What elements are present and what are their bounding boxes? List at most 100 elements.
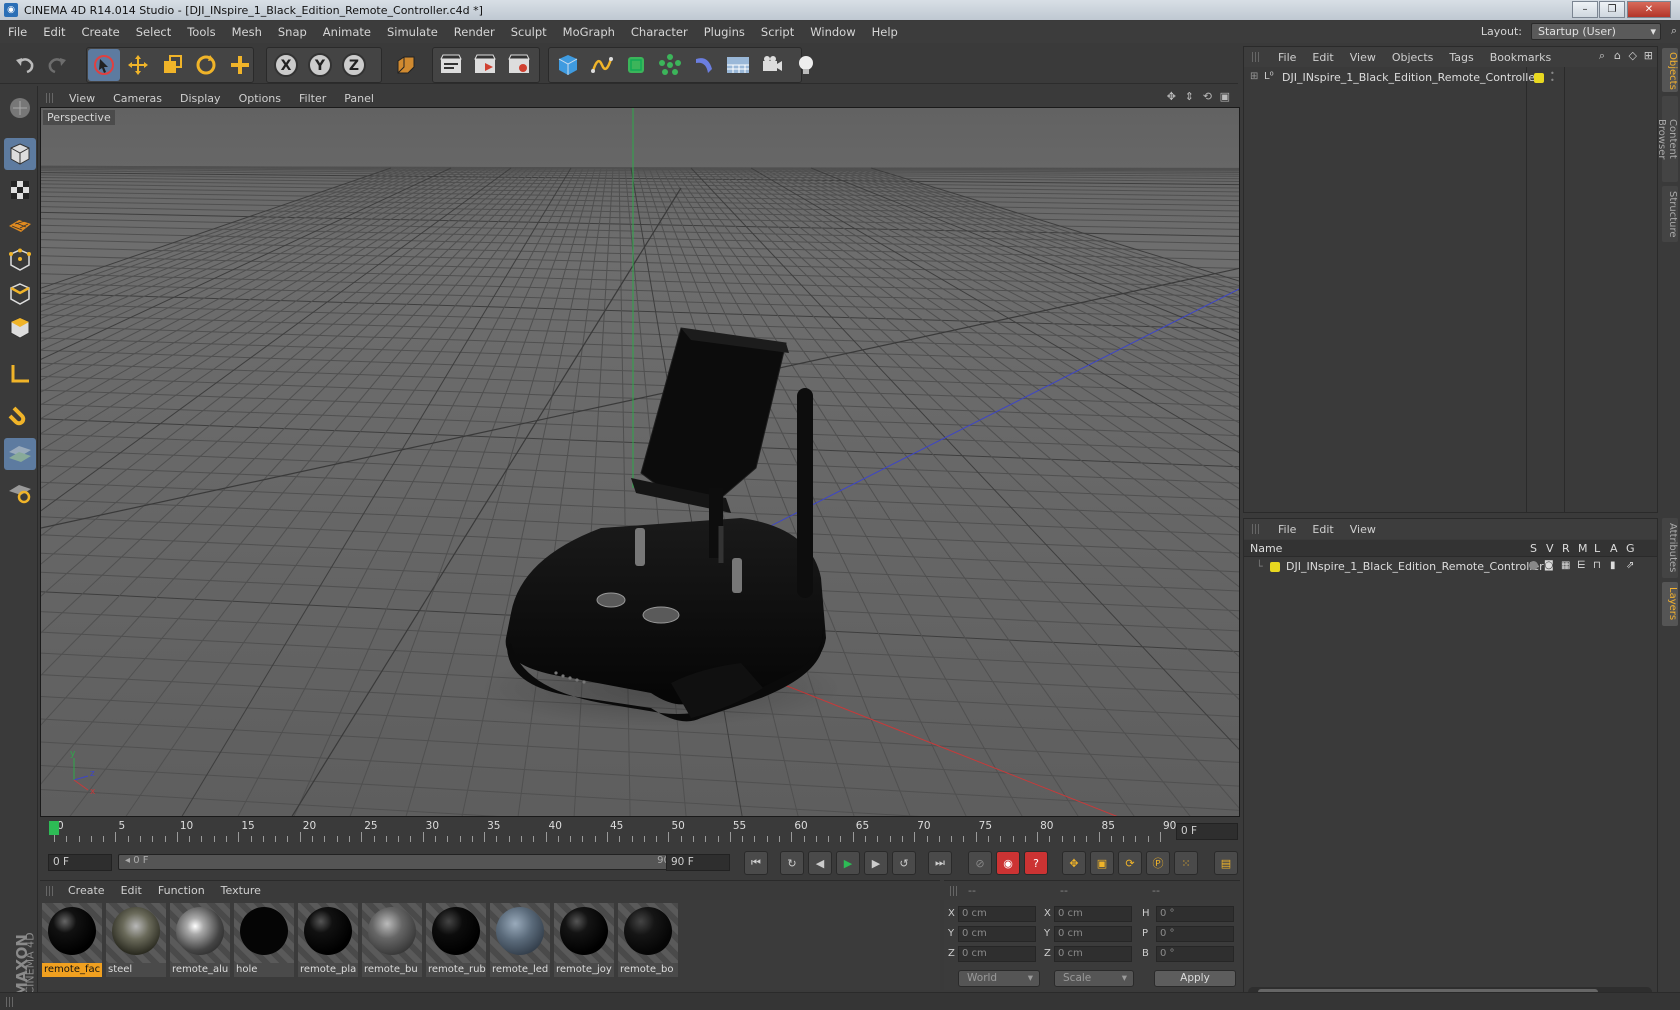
minimize-button[interactable]: – [1572,1,1598,18]
menu-render[interactable]: Render [446,25,503,39]
undo-button[interactable] [8,49,40,81]
om-menu-bookmarks[interactable]: Bookmarks [1482,51,1559,64]
scale-tool-icon[interactable] [156,49,188,81]
om-menu-edit[interactable]: Edit [1304,51,1341,64]
lm-menu-edit[interactable]: Edit [1304,523,1341,536]
add-object-icon[interactable] [224,49,256,81]
material-swatch[interactable]: remote_joy [554,903,614,977]
rotate-tool-icon[interactable] [190,49,222,81]
menu-tools[interactable]: Tools [179,25,223,39]
render-picture-viewer-icon[interactable] [470,49,502,81]
current-frame-field[interactable]: 0 F [1176,823,1238,840]
material-swatch[interactable]: remote_alu [170,903,230,977]
frame-range-slider[interactable]: ◂ 0 F 90 F ▸ [118,854,694,870]
material-menu-function[interactable]: Function [150,884,213,897]
viewport-menu-panel[interactable]: Panel [335,92,383,105]
home-icon[interactable]: ⌂ [1614,49,1621,62]
tweak-magnet-icon[interactable] [4,400,36,432]
lock-icon[interactable]: ⊓ [1593,560,1601,571]
scale-x-field[interactable]: 0 cm [1054,906,1132,922]
previous-key-icon[interactable]: ↻ [780,851,804,875]
expand-icon[interactable]: ⊞ [1250,71,1258,82]
menu-help[interactable]: Help [864,25,906,39]
viewport-menu-filter[interactable]: Filter [290,92,335,105]
key-scale-icon[interactable]: ▣ [1090,851,1114,875]
menu-mograph[interactable]: MoGraph [555,25,623,39]
play-icon[interactable]: ▶ [836,851,860,875]
viewport-zoom-icon[interactable]: ⇕ [1185,90,1194,103]
tab-layers[interactable]: Layers [1662,582,1678,626]
key-position-icon[interactable]: ✥ [1062,851,1086,875]
material-menu-texture[interactable]: Texture [213,884,269,897]
menu-select[interactable]: Select [128,25,179,39]
menu-simulate[interactable]: Simulate [379,25,446,39]
timeline-ruler[interactable]: 0 5 10 15 20 25 30 35 40 45 50 55 60 65 70 75 80 85 90 0 F [40,820,1240,844]
points-mode-icon[interactable] [4,244,36,276]
perspective-viewport[interactable]: y z x Perspective [40,107,1240,817]
remote-controller-model[interactable] [481,327,841,728]
tab-objects[interactable]: Objects [1662,48,1678,92]
material-menu-edit[interactable]: Edit [113,884,150,897]
layer-color-tag[interactable] [1534,73,1544,83]
polygons-mode-icon[interactable] [4,312,36,344]
menu-plugins[interactable]: Plugins [696,25,753,39]
record-keys-icon[interactable]: ⊘ [968,851,992,875]
render-settings-icon[interactable] [504,49,536,81]
layer-row[interactable]: └ DJI_INspire_1_Black_Edition_Remote_Con… [1244,559,1657,575]
material-swatch[interactable]: hole [234,903,294,977]
object-row[interactable]: ⊞ L⁰ DJI_INspire_1_Black_Edition_Remote_… [1244,69,1654,87]
material-swatch[interactable]: remote_rub [426,903,486,977]
edges-mode-icon[interactable] [4,278,36,310]
end-frame-field[interactable]: 90 F [666,854,730,871]
position-z-field[interactable]: 0 cm [958,946,1036,962]
generator-icon[interactable]: ⇗ [1626,560,1634,571]
om-menu-view[interactable]: View [1342,51,1384,64]
scale-y-field[interactable]: 0 cm [1054,926,1132,942]
view-eye-icon[interactable]: ◙ [1544,560,1554,571]
object-name[interactable]: DJI_INspire_1_Black_Edition_Remote_Contr… [1282,71,1540,84]
coordinate-mode-select[interactable]: World ▾ [958,970,1040,987]
floor-environment-icon[interactable] [722,49,754,81]
material-swatch[interactable]: remote_bu [362,903,422,977]
subdivision-surface-icon[interactable] [620,49,652,81]
workplane-mode-icon[interactable] [4,208,36,240]
apply-button[interactable]: Apply [1154,970,1236,987]
material-swatch[interactable]: remote_pla [298,903,358,977]
new-panel-icon[interactable]: ⊞ [1644,49,1653,62]
next-frame-icon[interactable]: ▶ [864,851,888,875]
layer-name[interactable]: DJI_INspire_1_Black_Edition_Remote_Contr… [1286,560,1544,573]
close-button[interactable]: ✕ [1627,1,1671,18]
z-axis-lock-icon[interactable]: Z [338,49,370,81]
material-swatch[interactable]: remote_fac [42,903,102,977]
position-x-field[interactable]: 0 cm [958,906,1036,922]
rotation-b-field[interactable]: 0 ° [1156,946,1234,962]
y-axis-lock-icon[interactable]: Y [304,49,336,81]
spline-pen-icon[interactable] [586,49,618,81]
menu-edit[interactable]: Edit [35,25,73,39]
x-axis-lock-icon[interactable]: X [270,49,302,81]
render-view-icon[interactable] [436,49,468,81]
solo-toggle[interactable] [1529,561,1538,570]
search-icon[interactable]: ⌕ [1671,24,1677,38]
filter-icon[interactable]: ◇ [1629,49,1637,62]
lm-menu-file[interactable]: File [1270,523,1304,536]
material-swatch[interactable]: remote_led [490,903,550,977]
coordinate-system-icon[interactable] [390,49,422,81]
make-editable-icon[interactable] [4,92,36,124]
camera-icon[interactable] [756,49,788,81]
cloner-array-icon[interactable] [654,49,686,81]
model-mode-icon[interactable] [4,138,36,170]
key-pla-icon[interactable]: ⁙ [1174,851,1198,875]
redo-button[interactable] [42,49,74,81]
menu-create[interactable]: Create [74,25,128,39]
viewport-menu-display[interactable]: Display [171,92,230,105]
timeline-window-icon[interactable]: ▤ [1214,851,1238,875]
viewport-menu-options[interactable]: Options [230,92,290,105]
position-y-field[interactable]: 0 cm [958,926,1036,942]
material-swatch[interactable]: steel [106,903,166,977]
axis-mode-icon[interactable] [4,358,36,390]
start-frame-field[interactable]: 0 F [48,854,112,871]
menu-mesh[interactable]: Mesh [224,25,270,39]
menu-sculpt[interactable]: Sculpt [503,25,555,39]
menu-file[interactable]: File [0,25,35,39]
